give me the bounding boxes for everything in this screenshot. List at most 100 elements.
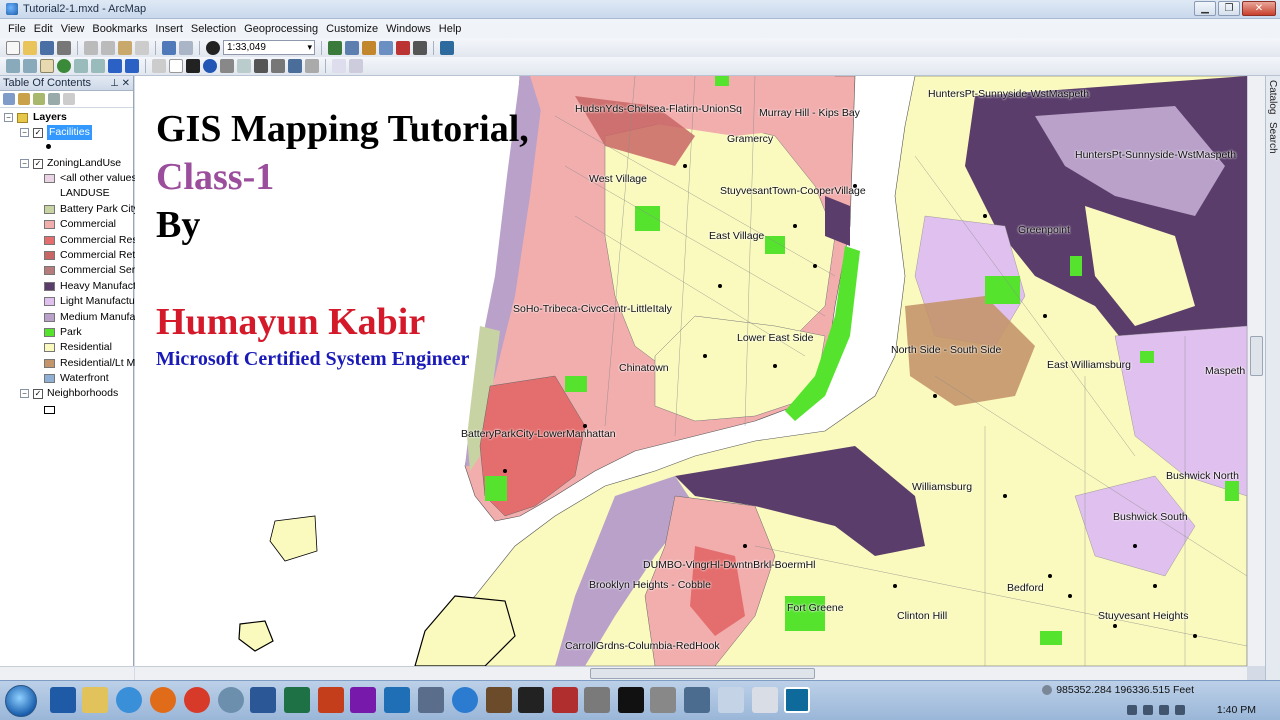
map-horizontal-scrollbar[interactable]	[135, 666, 1247, 680]
fixed-zoom-out-icon[interactable]	[91, 59, 105, 73]
zoning-legend-item[interactable]: Residential/Lt M	[44, 356, 135, 371]
tray-icon[interactable]	[1143, 705, 1153, 715]
cut-icon[interactable]	[84, 40, 98, 55]
explorer-taskbar-icon[interactable]	[82, 687, 108, 713]
clear-selection-icon[interactable]	[169, 59, 183, 73]
list-by-source-icon[interactable]	[18, 93, 30, 105]
internet-explorer-taskbar-icon[interactable]	[116, 687, 142, 713]
menu-customize[interactable]: Customize	[322, 23, 382, 35]
menu-view[interactable]: View	[57, 23, 89, 35]
save-icon[interactable]	[40, 40, 54, 55]
zoning-legend-item[interactable]: Battery Park City	[44, 202, 139, 217]
zoom-out-icon[interactable]	[23, 59, 37, 73]
back-extent-icon[interactable]	[108, 59, 122, 73]
model-builder-icon[interactable]	[440, 40, 454, 55]
start-button[interactable]	[5, 685, 37, 717]
powerpoint-taskbar-icon[interactable]	[318, 687, 344, 713]
zoning-legend-item[interactable]: <all other values	[44, 171, 137, 186]
menu-file[interactable]: File	[4, 23, 30, 35]
map-vertical-scrollbar[interactable]	[1247, 76, 1265, 666]
menu-insert[interactable]: Insert	[151, 23, 187, 35]
open-folder-icon[interactable]	[23, 40, 37, 55]
app-taskbar-icon[interactable]	[518, 687, 544, 713]
list-by-drawing-order-icon[interactable]	[3, 93, 15, 105]
print-icon[interactable]	[57, 40, 71, 55]
redo-icon[interactable]	[179, 40, 193, 55]
hyperlink-icon[interactable]	[220, 59, 234, 73]
collapse-icon[interactable]: −	[20, 159, 29, 168]
zoning-legend-item[interactable]: Light Manufactu	[44, 294, 135, 309]
app-taskbar-icon[interactable]	[718, 687, 744, 713]
app-taskbar-icon[interactable]	[650, 687, 676, 713]
search-dock-tab[interactable]: Search	[1266, 118, 1279, 158]
excel-taskbar-icon[interactable]	[284, 687, 310, 713]
catalog-window-icon[interactable]	[362, 40, 376, 55]
neighborhoods-visibility-checkbox[interactable]: ✓	[33, 388, 43, 399]
chrome-taskbar-icon[interactable]	[184, 687, 210, 713]
editor-toolbar-icon[interactable]	[328, 40, 342, 55]
zoning-legend-item[interactable]: Commercial Ser	[44, 263, 135, 278]
facilities-visibility-checkbox[interactable]: ✓	[33, 127, 43, 138]
toc-horizontal-scrollbar[interactable]	[0, 666, 134, 680]
outlook-taskbar-icon[interactable]	[50, 687, 76, 713]
toc-options-icon[interactable]	[63, 93, 75, 105]
firefox-taskbar-icon[interactable]	[150, 687, 176, 713]
horizontal-scroll-thumb[interactable]	[590, 668, 815, 679]
network-taskbar-icon[interactable]	[218, 687, 244, 713]
word-taskbar-icon[interactable]	[250, 687, 276, 713]
toc-layer-neighborhoods[interactable]: − ✓ Neighborhoods	[20, 386, 118, 401]
find-icon[interactable]	[254, 59, 268, 73]
arcmap-taskbar-icon[interactable]	[784, 687, 810, 713]
time-slider-icon[interactable]	[332, 59, 346, 73]
collapse-icon[interactable]: −	[20, 389, 29, 398]
identify-icon[interactable]	[203, 59, 217, 73]
zoning-label[interactable]: ZoningLandUse	[47, 156, 121, 171]
zoning-legend-item[interactable]: Commercial Ret	[44, 248, 135, 263]
paste-icon[interactable]	[118, 40, 132, 55]
onenote-taskbar-icon[interactable]	[350, 687, 376, 713]
skype-taskbar-icon[interactable]	[452, 687, 478, 713]
arctoolbox-icon[interactable]	[396, 40, 410, 55]
zoning-visibility-checkbox[interactable]: ✓	[33, 158, 43, 169]
toc-layers-root[interactable]: − Layers	[4, 110, 67, 125]
filezilla-taskbar-icon[interactable]	[552, 687, 578, 713]
menu-geoprocessing[interactable]: Geoprocessing	[240, 23, 322, 35]
select-features-icon[interactable]	[152, 59, 166, 73]
full-extent-icon[interactable]	[57, 59, 71, 73]
forward-extent-icon[interactable]	[125, 59, 139, 73]
app-taskbar-icon[interactable]	[486, 687, 512, 713]
zoning-legend-item[interactable]: Waterfront	[44, 371, 109, 386]
go-to-xy-icon[interactable]	[288, 59, 302, 73]
fixed-zoom-in-icon[interactable]	[74, 59, 88, 73]
map-view[interactable]: HudsnYds-Chelsea-Flatirn-UnionSq Murray …	[135, 76, 1247, 666]
search-window-icon[interactable]	[379, 40, 393, 55]
html-popup-icon[interactable]	[237, 59, 251, 73]
app-taskbar-icon[interactable]	[418, 687, 444, 713]
vertical-scroll-thumb[interactable]	[1250, 336, 1263, 376]
zoning-legend-item[interactable]: Commercial	[44, 217, 116, 232]
menu-help[interactable]: Help	[435, 23, 466, 35]
menu-windows[interactable]: Windows	[382, 23, 435, 35]
zoning-legend-item[interactable]: Commercial Res	[44, 233, 138, 248]
toc-layer-zoning[interactable]: − ✓ ZoningLandUse	[20, 156, 121, 171]
menu-selection[interactable]: Selection	[187, 23, 240, 35]
lync-taskbar-icon[interactable]	[384, 687, 410, 713]
app-taskbar-icon[interactable]	[584, 687, 610, 713]
volume-icon[interactable]	[1175, 705, 1185, 715]
copy-icon[interactable]	[101, 40, 115, 55]
delete-icon[interactable]	[135, 40, 149, 55]
close-button[interactable]: ✕	[1242, 1, 1276, 16]
toc-layer-facilities[interactable]: − ✓ Facilities	[20, 125, 92, 140]
terminal-taskbar-icon[interactable]	[618, 687, 644, 713]
neighborhoods-label[interactable]: Neighborhoods	[47, 386, 118, 401]
facilities-label[interactable]: Facilities	[47, 125, 92, 140]
list-by-visibility-icon[interactable]	[33, 93, 45, 105]
zoom-in-icon[interactable]	[6, 59, 20, 73]
menu-bookmarks[interactable]: Bookmarks	[88, 23, 151, 35]
pan-icon[interactable]	[40, 59, 54, 73]
zoning-legend-item[interactable]: Residential	[44, 340, 112, 355]
map-scale-dropdown[interactable]: 1:33,049	[223, 40, 315, 55]
menu-edit[interactable]: Edit	[30, 23, 57, 35]
tray-icon[interactable]	[1127, 705, 1137, 715]
zoning-legend-item[interactable]: Medium Manufa	[44, 310, 135, 325]
